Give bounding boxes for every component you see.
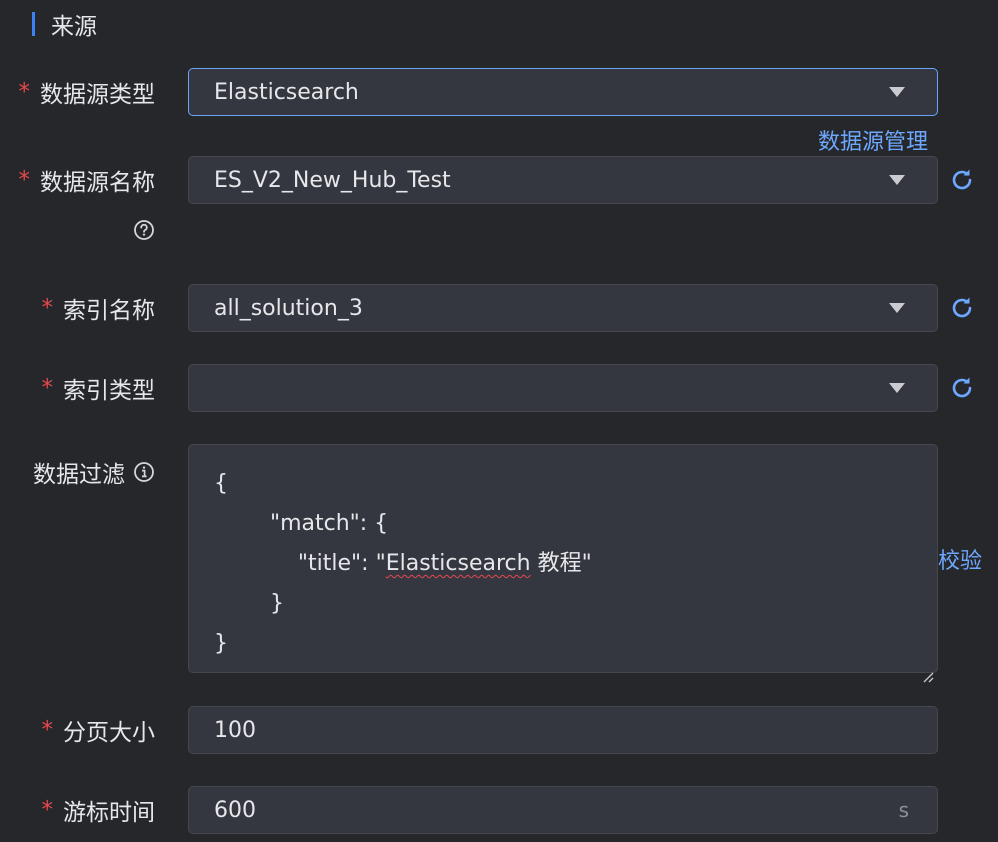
code-line: { — [214, 471, 228, 496]
cursor-time-input[interactable]: 600 s — [188, 786, 938, 834]
index-name-select[interactable]: all_solution_3 — [188, 284, 938, 332]
datasource-name-label-text: 数据源名称 — [40, 170, 155, 196]
section-accent-bar — [32, 12, 35, 36]
datasource-name-value: ES_V2_New_Hub_Test — [214, 167, 451, 193]
required-mark: * — [41, 295, 54, 321]
datasource-type-label: * 数据源类型 — [19, 68, 156, 116]
code-line: } — [214, 631, 228, 656]
index-type-label-text: 索引类型 — [63, 378, 155, 404]
index-type-label: * 索引类型 — [42, 364, 156, 412]
page-size-value: 100 — [214, 717, 256, 743]
spellcheck-word: Elasticsearch — [385, 551, 531, 576]
code-line: "match": { — [214, 511, 389, 536]
section-header: 来源 — [32, 10, 97, 40]
datasource-name-select[interactable]: ES_V2_New_Hub_Test — [188, 156, 938, 204]
code-line-head: "title": " — [214, 551, 386, 576]
code-line: } — [214, 591, 284, 616]
index-name-label: * 索引名称 — [42, 284, 156, 332]
cursor-time-value: 600 — [214, 797, 256, 823]
cursor-time-label: * 游标时间 — [42, 786, 156, 834]
info-circle-icon[interactable] — [133, 461, 155, 483]
caret-down-icon — [889, 87, 905, 97]
data-filter-textarea[interactable]: { "match": { "title": "Elasticsearch 教程"… — [188, 444, 938, 683]
required-mark: * — [41, 717, 54, 743]
question-circle-icon[interactable] — [133, 219, 155, 241]
datasource-type-label-text: 数据源类型 — [40, 82, 155, 108]
required-mark: * — [18, 167, 31, 193]
datasource-manage-link[interactable]: 数据源管理 — [818, 124, 928, 156]
page-size-label-text: 分页大小 — [63, 720, 155, 746]
data-filter-label-text: 数据过滤 — [33, 462, 125, 488]
datasource-type-value: Elasticsearch — [214, 79, 359, 105]
page-size-label: * 分页大小 — [42, 706, 156, 754]
cursor-time-unit: s — [898, 798, 909, 822]
refresh-icon[interactable] — [946, 164, 978, 196]
datasource-type-select[interactable]: Elasticsearch — [188, 68, 938, 116]
required-mark: * — [41, 797, 54, 823]
section-title: 来源 — [51, 14, 97, 40]
cursor-time-label-text: 游标时间 — [63, 800, 155, 826]
required-mark: * — [41, 375, 54, 401]
caret-down-icon — [889, 303, 905, 313]
code-line-tail: 教程" — [530, 551, 592, 576]
index-name-value: all_solution_3 — [214, 295, 363, 321]
datasource-name-label: * 数据源名称 — [19, 156, 156, 204]
refresh-icon[interactable] — [946, 292, 978, 324]
index-name-label-text: 索引名称 — [63, 298, 155, 324]
refresh-icon[interactable] — [946, 372, 978, 404]
validate-link[interactable]: 校验 — [938, 543, 982, 575]
index-type-select[interactable] — [188, 364, 938, 412]
data-filter-label: 数据过滤 — [33, 448, 155, 496]
page-size-input[interactable]: 100 — [188, 706, 938, 754]
required-mark: * — [18, 79, 31, 105]
caret-down-icon — [889, 175, 905, 185]
resize-handle-icon[interactable] — [922, 657, 934, 683]
code-line: "title": "Elasticsearch 教程" — [214, 544, 912, 584]
caret-down-icon — [889, 383, 905, 393]
